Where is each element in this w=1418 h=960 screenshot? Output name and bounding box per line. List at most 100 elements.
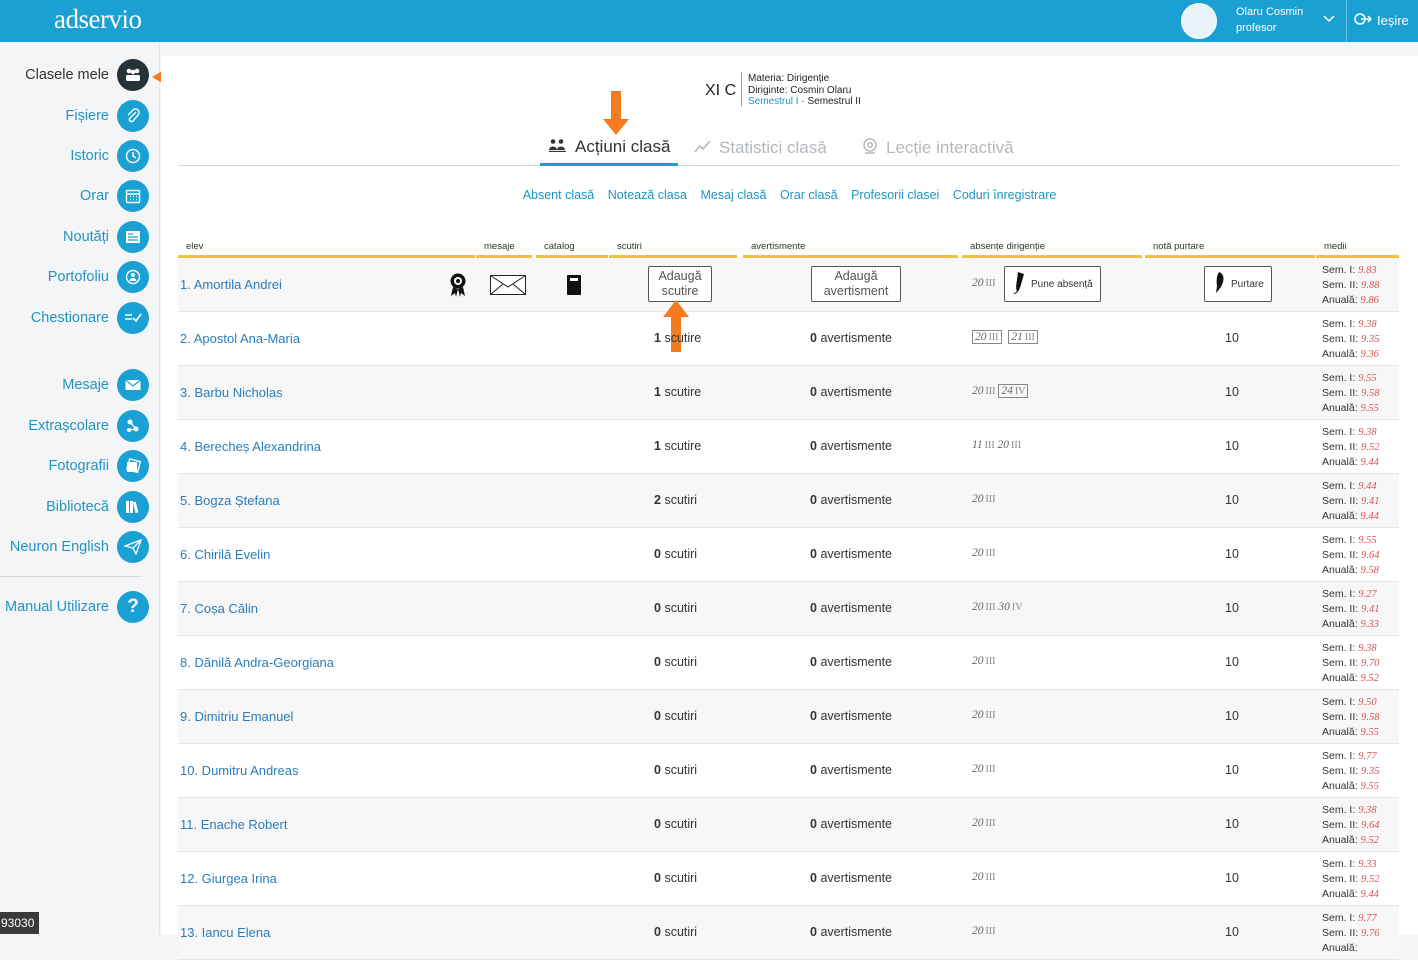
add-warning-button[interactable]: Adaugă avertisment	[811, 266, 901, 302]
conduct-grade[interactable]: 10	[1225, 331, 1239, 345]
add-exemption-button[interactable]: Adaugă scutire	[648, 266, 712, 302]
exemptions-count[interactable]: 0 scutiri	[654, 655, 697, 669]
absence-entry[interactable]: 11 III	[972, 439, 995, 451]
chevron-down-icon[interactable]	[1322, 11, 1336, 28]
exemptions-count[interactable]: 1 scutire	[654, 331, 701, 345]
absence-entry[interactable]: 20 III	[972, 385, 996, 397]
warnings-count[interactable]: 0 avertismente	[810, 763, 892, 777]
exemptions-count[interactable]: 0 scutiri	[654, 817, 697, 831]
student-name[interactable]: 5. Bogza Ștefana	[180, 493, 280, 508]
user-avatar[interactable]	[1181, 3, 1217, 39]
add-absence-button[interactable]: Pune absență	[1004, 266, 1101, 302]
absence-entry[interactable]: 20 III	[972, 547, 996, 559]
exemptions-count[interactable]: 0 scutiri	[654, 601, 697, 615]
absence-entry[interactable]: 20 III	[972, 330, 1002, 344]
conduct-grade[interactable]: 10	[1225, 817, 1239, 831]
conduct-grade[interactable]: 10	[1225, 871, 1239, 885]
tab-statistici-clasa[interactable]: Statistici clasă	[686, 130, 835, 166]
conduct-grade[interactable]: 10	[1225, 709, 1239, 723]
exemptions-count[interactable]: 1 scutire	[654, 385, 701, 399]
tab-actiuni-clasa[interactable]: Acțiuni clasă	[540, 130, 679, 166]
exemptions-count[interactable]: 0 scutiri	[654, 925, 697, 939]
absence-entry[interactable]: 20 III	[972, 925, 996, 937]
student-name[interactable]: 10. Dumitru Andreas	[180, 763, 299, 778]
absence-entry[interactable]: 20 III	[972, 763, 996, 775]
exemptions-count[interactable]: 1 scutire	[654, 439, 701, 453]
student-name[interactable]: 2. Apostol Ana-Maria	[180, 331, 300, 346]
conduct-grade[interactable]: 10	[1225, 655, 1239, 669]
absence-entry[interactable]: 20 III	[972, 817, 996, 829]
student-name[interactable]: 4. Berecheș Alexandrina	[180, 439, 321, 454]
catalog-book-icon[interactable]	[566, 274, 582, 301]
sidebar-item-clasele-mele[interactable]: Clasele mele	[25, 59, 149, 91]
warnings-count[interactable]: 0 avertismente	[810, 601, 892, 615]
exemptions-count[interactable]: 0 scutiri	[654, 871, 697, 885]
student-name[interactable]: 1. Amortila Andrei	[180, 277, 282, 292]
conduct-grade[interactable]: 10	[1225, 763, 1239, 777]
sidebar-item-portofoliu[interactable]: Portofoliu	[48, 261, 149, 293]
tab-lectie-interactiva[interactable]: Lecție interactivă	[853, 130, 1022, 166]
exemptions-count[interactable]: 0 scutiri	[654, 709, 697, 723]
logout-button[interactable]: Ieșire	[1354, 12, 1409, 29]
student-name[interactable]: 9. Dimitriu Emanuel	[180, 709, 293, 724]
absence-entry[interactable]: 30 IV	[998, 601, 1022, 613]
conduct-grade[interactable]: 10	[1225, 439, 1239, 453]
sidebar-item-fisiere[interactable]: Fișiere	[65, 100, 149, 132]
student-name[interactable]: 8. Dănilă Andra-Georgiana	[180, 655, 334, 670]
absence-entry[interactable]: 20 III	[972, 277, 996, 289]
student-name[interactable]: 6. Chirilă Evelin	[180, 547, 270, 562]
conduct-grade[interactable]: 10	[1225, 385, 1239, 399]
conduct-grade[interactable]: 10	[1225, 601, 1239, 615]
warnings-count[interactable]: 0 avertismente	[810, 925, 892, 939]
link-mesaj-clasa[interactable]: Mesaj clasă	[700, 188, 766, 202]
absence-entry[interactable]: 21 III	[1008, 330, 1038, 344]
student-name[interactable]: 11. Enache Robert	[180, 817, 287, 832]
student-name[interactable]: 13. Iancu Elena	[180, 925, 270, 940]
sidebar-item-noutati[interactable]: Noutăți	[63, 221, 149, 253]
link-coduri-inregistrare[interactable]: Coduri înregistrare	[953, 188, 1057, 202]
exemptions-count[interactable]: 0 scutiri	[654, 547, 697, 561]
absence-entry[interactable]: 20 III	[972, 709, 996, 721]
semester-1-link[interactable]: Semestrul I	[748, 96, 799, 107]
absence-entry[interactable]: 20 III	[972, 871, 996, 883]
conduct-button[interactable]: Purtare	[1204, 266, 1272, 302]
conduct-grade[interactable]: 10	[1225, 925, 1239, 939]
sidebar-item-biblioteca[interactable]: Bibliotecă	[46, 491, 149, 523]
exemptions-count[interactable]: 2 scutiri	[654, 493, 697, 507]
conduct-grade[interactable]: 10	[1225, 493, 1239, 507]
link-orar-clasa[interactable]: Orar clasă	[780, 188, 838, 202]
sidebar-item-extrascolare[interactable]: Extrașcolare	[28, 410, 149, 442]
sidebar-item-chestionare[interactable]: Chestionare	[31, 302, 149, 334]
absence-entry[interactable]: 24 IV	[998, 384, 1029, 398]
link-noteaza-clasa[interactable]: Notează clasa	[608, 188, 687, 202]
sidebar-item-fotografii[interactable]: Fotografii	[49, 450, 149, 482]
sidebar-item-istoric[interactable]: Istoric	[70, 140, 149, 172]
sidebar-item-manual-utilizare[interactable]: Manual Utilizare ?	[5, 591, 149, 623]
message-envelope-icon[interactable]	[490, 275, 526, 300]
link-profesorii-clasei[interactable]: Profesorii clasei	[851, 188, 939, 202]
warnings-count[interactable]: 0 avertismente	[810, 331, 892, 345]
award-icon[interactable]	[448, 272, 468, 303]
sidebar-item-neuron-english[interactable]: Neuron English	[10, 531, 149, 563]
warnings-count[interactable]: 0 avertismente	[810, 655, 892, 669]
warnings-count[interactable]: 0 avertismente	[810, 493, 892, 507]
warnings-count[interactable]: 0 avertismente	[810, 385, 892, 399]
conduct-grade[interactable]: 10	[1225, 547, 1239, 561]
semester-2-link[interactable]: Semestrul II	[807, 96, 860, 107]
app-logo[interactable]: adservio	[54, 4, 142, 35]
absence-entry[interactable]: 20 III	[972, 493, 996, 505]
sidebar-item-orar[interactable]: Orar	[80, 180, 149, 212]
student-name[interactable]: 7. Coșa Călin	[180, 601, 258, 616]
exemptions-count[interactable]: 0 scutiri	[654, 763, 697, 777]
sidebar-item-mesaje[interactable]: Mesaje	[62, 369, 149, 401]
warnings-count[interactable]: 0 avertismente	[810, 547, 892, 561]
student-name[interactable]: 12. Giurgea Irina	[180, 871, 277, 886]
student-name[interactable]: 3. Barbu Nicholas	[180, 385, 283, 400]
warnings-count[interactable]: 0 avertismente	[810, 709, 892, 723]
absence-entry[interactable]: 20 III	[998, 439, 1022, 451]
link-absent-clasa[interactable]: Absent clasă	[523, 188, 595, 202]
absence-entry[interactable]: 20 III	[972, 655, 996, 667]
warnings-count[interactable]: 0 avertismente	[810, 871, 892, 885]
warnings-count[interactable]: 0 avertismente	[810, 817, 892, 831]
warnings-count[interactable]: 0 avertismente	[810, 439, 892, 453]
